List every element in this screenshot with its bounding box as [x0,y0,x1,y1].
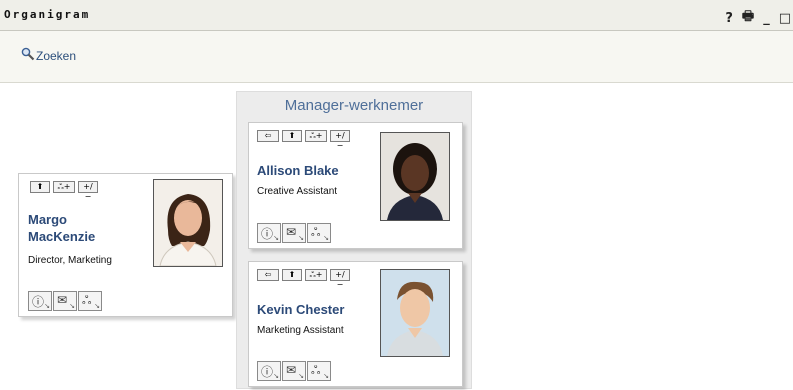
info-icon: ⓘ [261,227,274,241]
add-remove-button[interactable]: +/− [330,130,350,150]
portrait-icon [154,180,222,266]
employee-title: Creative Assistant [257,186,338,197]
email-icon: ✉ [57,293,68,307]
help-icon[interactable]: ? [725,11,733,26]
org-chart-button[interactable]: ஃ ↘ [307,361,331,381]
org-chart-button[interactable]: ஃ ↘ [78,291,102,311]
minimize-icon[interactable]: _ [763,11,770,26]
email-icon: ✉ [286,363,297,377]
search-link[interactable]: Zoeken [21,47,77,63]
manager-actions: ⓘ ↘ ✉ ↘ ஃ ↘ [28,291,103,311]
manager-photo [153,179,223,267]
employee-name[interactable]: Kevin Chester [257,301,344,318]
manager-title: Director, Marketing [28,255,112,266]
add-remove-button[interactable]: +/− [78,181,98,201]
info-button[interactable]: ⓘ ↘ [257,223,281,243]
maximize-icon[interactable]: □ [779,11,791,26]
org-chart-icon: ஃ [311,363,321,377]
back-button[interactable]: ⇦ [257,269,279,281]
email-button[interactable]: ✉ ↘ [53,291,77,311]
employee-card: ⇦ ⬆ ஃ+ +/− Allison Blake Creative Assist… [248,122,463,249]
email-button[interactable]: ✉ ↘ [282,223,306,243]
magnifier-icon [21,47,35,61]
print-icon[interactable]: 🖶 [742,7,754,29]
window-controls: ? 🖶 _ □ [725,7,791,29]
info-button[interactable]: ⓘ ↘ [257,361,281,381]
up-level-button[interactable]: ⬆ [30,181,50,193]
add-remove-button[interactable]: +/− [330,269,350,289]
info-icon: ⓘ [32,295,45,309]
employee-button-row: ⇦ ⬆ ஃ+ +/− [257,269,350,289]
group-title: Manager-werknemer [284,97,424,114]
portrait-icon [381,133,449,220]
info-button[interactable]: ⓘ ↘ [28,291,52,311]
back-button[interactable]: ⇦ [257,130,279,142]
info-icon: ⓘ [261,365,274,379]
employee-actions: ⓘ ↘ ✉ ↘ ஃ ↘ [257,223,332,243]
employee-photo [380,132,450,221]
manager-button-row: ⬆ ஃ+ +/− [30,181,98,201]
email-button[interactable]: ✉ ↘ [282,361,306,381]
org-chart-button[interactable]: ஃ ↘ [307,223,331,243]
employee-button-row: ⇦ ⬆ ஃ+ +/− [257,130,350,150]
org-chart-icon: ஃ [82,293,92,307]
expand-team-button[interactable]: ஃ+ [53,181,75,193]
employee-actions: ⓘ ↘ ✉ ↘ ஃ ↘ [257,361,332,381]
expand-team-button[interactable]: ஃ+ [305,269,327,281]
manager-card: ⬆ ஃ+ +/− Margo MacKenzie Director, Marke… [18,173,233,317]
search-label: Zoeken [36,49,77,63]
employee-title: Marketing Assistant [257,325,344,336]
employee-photo [380,269,450,357]
portrait-icon [381,270,449,356]
up-level-button[interactable]: ⬆ [282,269,302,281]
title-bar: Organigram ? 🖶 _ □ [0,0,793,31]
employee-card: ⇦ ⬆ ஃ+ +/− Kevin Chester Marketing Assis… [248,261,463,387]
up-level-button[interactable]: ⬆ [282,130,302,142]
manager-name[interactable]: Margo MacKenzie [28,211,95,245]
toolbar: Zoeken [0,31,793,83]
email-icon: ✉ [286,225,297,239]
expand-team-button[interactable]: ஃ+ [305,130,327,142]
org-chart-icon: ஃ [311,225,321,239]
employee-name[interactable]: Allison Blake [257,162,339,179]
window-title: Organigram [4,8,91,21]
